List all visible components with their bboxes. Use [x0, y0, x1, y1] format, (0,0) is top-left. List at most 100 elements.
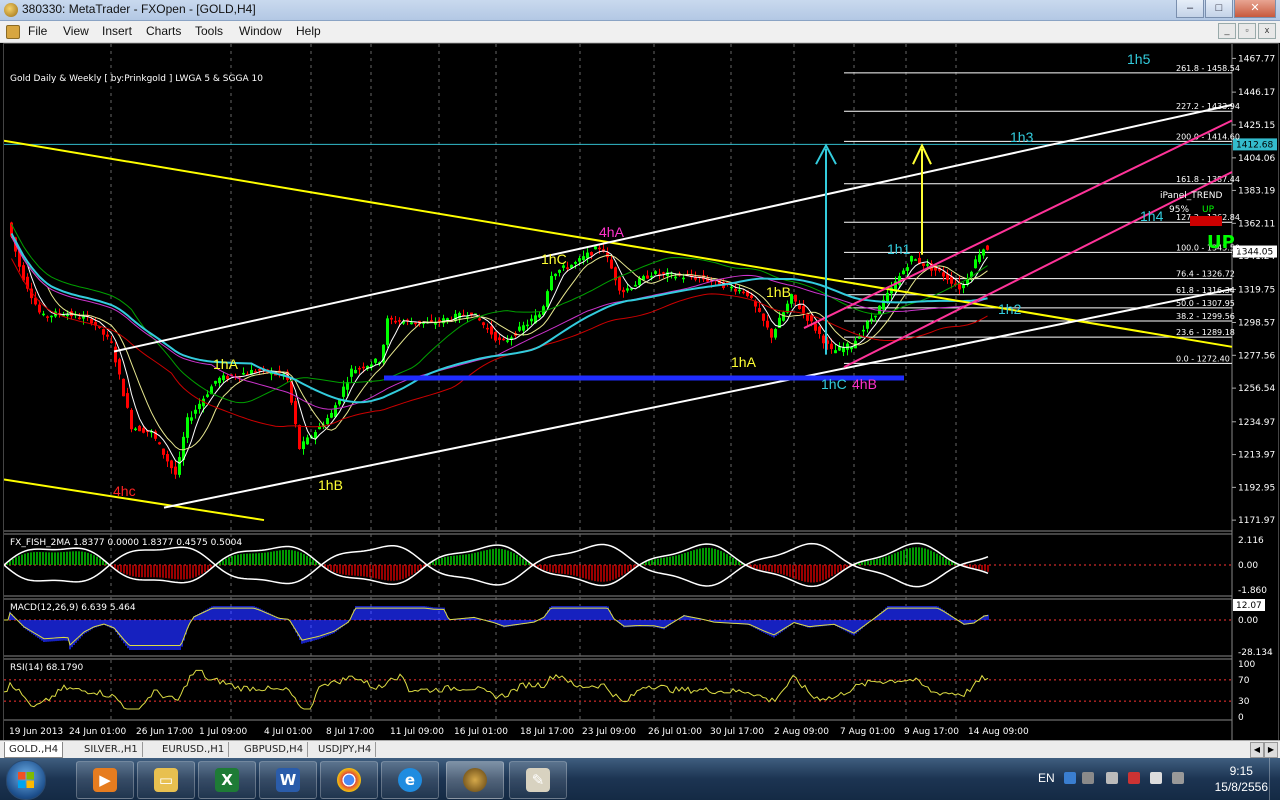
candle-body	[174, 466, 177, 475]
price-tick-label: 1171.97	[1238, 516, 1275, 526]
tab-gold-h4[interactable]: GOLD.,H4	[4, 742, 64, 758]
candle-body	[870, 318, 873, 321]
menu-tools[interactable]: Tools	[195, 24, 223, 38]
mdi-minimize-button[interactable]: _	[1218, 23, 1236, 39]
candle-body	[974, 259, 977, 269]
taskbar-word[interactable]: W	[259, 761, 317, 799]
candle-body	[802, 306, 805, 313]
mdi-close-button[interactable]: x	[1258, 23, 1276, 39]
time-tick-label: 16 Jul 01:00	[454, 727, 508, 737]
candle-body	[306, 437, 309, 445]
taskbar-media-player[interactable]: ▶	[76, 761, 134, 799]
tray-overflow-icon[interactable]	[1082, 772, 1094, 784]
power-icon[interactable]	[1172, 772, 1184, 784]
panel-title: iPanel_TREND	[1160, 191, 1222, 201]
candle-body	[522, 325, 525, 331]
white-channel-upper	[113, 103, 1233, 353]
candle-body	[430, 320, 433, 322]
help-tray-icon[interactable]	[1064, 772, 1076, 784]
price-tick-label: 1256.54	[1238, 384, 1275, 394]
tab-scroll-left-icon[interactable]: ◀	[1250, 742, 1264, 758]
taskbar-paint[interactable]: ✎	[509, 761, 567, 799]
windows-logo-icon	[18, 772, 34, 788]
candle-body	[398, 320, 401, 322]
panel-direction: UP	[1202, 205, 1215, 215]
candle-body	[218, 377, 221, 383]
candle-body	[834, 350, 837, 354]
maximize-button[interactable]: □	[1205, 0, 1233, 18]
tab-silver-h1[interactable]: SILVER.,H1	[80, 742, 143, 757]
candle-body	[478, 318, 481, 321]
menu-file[interactable]: File	[28, 24, 47, 38]
candle-body	[982, 249, 985, 256]
start-button[interactable]	[6, 760, 46, 800]
taskbar-internet-explorer[interactable]: e	[381, 761, 439, 799]
candle-body	[410, 322, 413, 325]
candle-body	[386, 318, 389, 345]
candle-body	[122, 378, 125, 397]
language-indicator[interactable]: EN	[1038, 771, 1055, 785]
candle-body	[858, 337, 861, 339]
wave-label: 1hA	[731, 354, 757, 370]
close-button[interactable]: ✕	[1234, 0, 1276, 18]
network-icon[interactable]	[1128, 772, 1140, 784]
taskbar-excel[interactable]: X	[198, 761, 256, 799]
candle-body	[598, 247, 601, 250]
menu-charts[interactable]: Charts	[146, 24, 181, 38]
candle-body	[810, 315, 813, 322]
candle-body	[558, 269, 561, 273]
fib-level-label: 261.8 - 1458.54	[1176, 64, 1240, 73]
tab-usdjpy-h4[interactable]: USDJPY,H4	[314, 742, 377, 757]
taskbar-metatrader[interactable]	[446, 761, 504, 799]
candle-body	[946, 274, 949, 280]
candle-body	[622, 289, 625, 293]
action-center-icon[interactable]	[1106, 772, 1118, 784]
minimize-button[interactable]: –	[1176, 0, 1204, 18]
candle-body	[874, 315, 877, 318]
tab-scroll-right-icon[interactable]: ▶	[1264, 742, 1278, 758]
candle-body	[550, 275, 553, 291]
volume-icon[interactable]	[1150, 772, 1162, 784]
menu-window[interactable]: Window	[239, 24, 282, 38]
menu-bar: File View Insert Charts Tools Window Hel…	[0, 21, 1280, 43]
candle-body	[594, 246, 597, 250]
candle-body	[762, 313, 765, 321]
candle-body	[242, 372, 245, 375]
document-icon[interactable]	[6, 25, 20, 39]
wave-label: 1hC	[541, 251, 567, 267]
mdi-restore-button[interactable]: ▫	[1238, 23, 1256, 39]
candle-body	[770, 328, 773, 338]
chart-window[interactable]: 1467.77 1446.17 1425.15 1404.06 1383.19 1362.…	[3, 43, 1279, 741]
mdi-controls: _ ▫ x	[1216, 23, 1276, 39]
candle-body	[46, 316, 49, 318]
candle-body	[170, 460, 173, 469]
wave-label: 1hA	[213, 356, 239, 372]
candle-body	[546, 291, 549, 307]
price-tick-label: 1446.17	[1238, 88, 1275, 98]
candle-body	[490, 326, 493, 335]
menu-insert[interactable]: Insert	[102, 24, 132, 38]
candle-body	[502, 338, 505, 341]
taskbar-chrome[interactable]	[320, 761, 378, 799]
clock[interactable]: 9:15 15/8/2556	[1215, 763, 1268, 795]
metatrader-app-icon[interactable]	[4, 3, 18, 17]
candle-body	[186, 417, 189, 438]
menu-help[interactable]: Help	[296, 24, 321, 38]
tab-gbpusd-h4[interactable]: GBPUSD,H4	[240, 742, 309, 757]
panel-signal-box	[1190, 216, 1222, 226]
price-chart[interactable]: 1467.77 1446.17 1425.15 1404.06 1383.19 1362.…	[4, 44, 1278, 740]
show-desktop-button[interactable]	[1269, 758, 1280, 800]
taskbar-explorer[interactable]: ▭	[137, 761, 195, 799]
price-tick-label: 1362.11	[1238, 219, 1275, 229]
candle-body	[618, 277, 621, 291]
candle-body	[158, 442, 161, 445]
candle-body	[730, 286, 733, 289]
candle-body	[498, 337, 501, 340]
menu-view[interactable]: View	[63, 24, 89, 38]
candle-body	[506, 340, 509, 342]
candle-body	[294, 401, 297, 425]
candle-body	[530, 318, 533, 322]
tab-eurusd-h1[interactable]: EURUSD.,H1	[158, 742, 230, 757]
window-title: 380330: MetaTrader - FXOpen - [GOLD,H4]	[22, 2, 256, 16]
candle-body	[222, 375, 225, 381]
